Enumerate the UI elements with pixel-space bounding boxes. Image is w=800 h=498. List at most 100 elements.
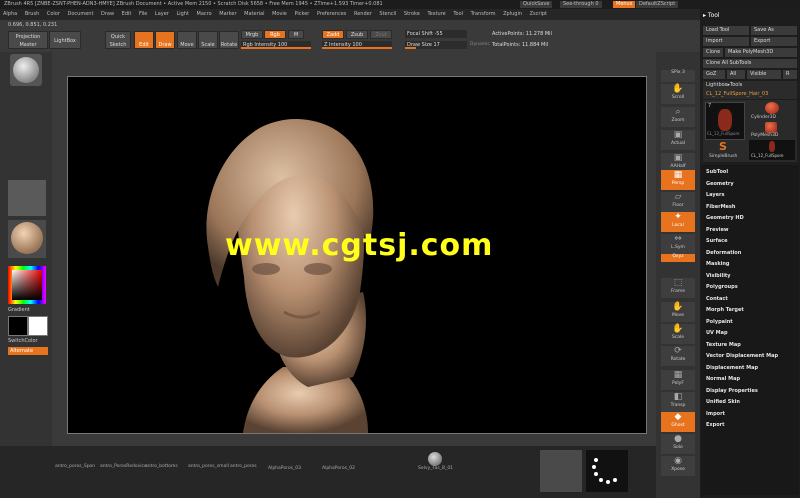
menu-preferences[interactable]: Preferences — [317, 11, 346, 17]
menu-geometry-hd[interactable]: Geometry HD — [706, 215, 744, 221]
scale-view-button[interactable]: ✋ Scale — [661, 324, 695, 344]
default-zscript-button[interactable]: DefaultZScript — [636, 1, 679, 8]
z-intensity-slider[interactable]: Z Intensity 100 — [322, 41, 392, 49]
mrgb-button[interactable]: Mrgb — [241, 30, 263, 39]
menu-light[interactable]: Light — [176, 11, 188, 17]
menu-macro[interactable]: Macro — [197, 11, 212, 17]
rgb-intensity-slider[interactable]: Rgb Intensity 100 — [241, 41, 311, 49]
menu-vector-displacement-map[interactable]: Vector Displacement Map — [706, 353, 778, 359]
menu-normal-map[interactable]: Normal Map — [706, 376, 740, 382]
rotate-view-button[interactable]: ⟳ Rotate — [661, 346, 695, 366]
tool-panel-header[interactable]: ▸ Tool — [703, 12, 720, 19]
menu-uv-map[interactable]: UV Map — [706, 330, 728, 336]
menus-button[interactable]: Menus — [613, 1, 636, 8]
move-view-button[interactable]: ✋ Move — [661, 302, 695, 322]
frame-button[interactable]: ⬚ Frame — [661, 278, 695, 298]
menu-edit[interactable]: Edit — [122, 11, 132, 17]
see-through-slider[interactable]: See-through 0 — [560, 1, 602, 8]
lightbox-button[interactable]: LightBox — [49, 31, 81, 49]
menu-contact[interactable]: Contact — [706, 296, 728, 302]
alpha-antro-bottoms[interactable]: antro_bottoms — [145, 464, 178, 469]
scale-mode-button[interactable]: Scale — [198, 31, 218, 49]
menu-picker[interactable]: Picker — [294, 11, 309, 17]
alternate-button[interactable]: Alternate — [8, 347, 48, 355]
menu-stroke[interactable]: Stroke — [404, 11, 420, 17]
qxyz-button[interactable]: Qxyz — [661, 254, 695, 262]
menu-stencil[interactable]: Stencil — [379, 11, 396, 17]
material-thumbnail[interactable] — [8, 220, 46, 258]
lsym-button[interactable]: ⇔ L.Sym — [661, 234, 695, 254]
alpha-thumbnail[interactable] — [8, 180, 46, 216]
spix-button[interactable]: SPix 3 — [661, 70, 695, 82]
solo-button[interactable]: ● Solo — [661, 434, 695, 454]
draw-size-slider[interactable]: Draw Size 17 — [405, 41, 467, 49]
menu-render[interactable]: Render — [354, 11, 372, 17]
alpha-antro-poros[interactable]: antro_poros — [230, 464, 257, 469]
lightbox-tools-button[interactable]: Lightbox▸Tools — [703, 81, 797, 90]
actual-button[interactable]: ▣ Actual — [661, 130, 695, 150]
secondary-color-swatch[interactable] — [28, 316, 48, 336]
clone-button[interactable]: Clone — [703, 48, 723, 57]
zadd-button[interactable]: Zadd — [322, 30, 344, 39]
menu-fibermesh[interactable]: FiberMesh — [706, 204, 735, 210]
menu-zscript[interactable]: Zscript — [530, 11, 547, 17]
menu-file[interactable]: File — [139, 11, 147, 17]
rgb-button[interactable]: Rgb — [264, 30, 286, 39]
color-square[interactable] — [12, 270, 42, 300]
make-polymesh3d-button[interactable]: Make PolyMesh3D — [725, 48, 797, 57]
quick-sketch-button[interactable]: Quick Sketch — [105, 31, 131, 49]
goz-button[interactable]: GoZ — [703, 70, 725, 79]
menu-unified-skin[interactable]: Unified Skin — [706, 399, 740, 405]
menu-subtool[interactable]: SubTool — [706, 169, 728, 175]
menu-draw[interactable]: Draw — [101, 11, 114, 17]
import-button[interactable]: Import — [703, 37, 749, 46]
brush-thumbnail[interactable] — [10, 54, 42, 86]
menu-brush[interactable]: Brush — [25, 11, 39, 17]
polyf-button[interactable]: ▦ PolyF — [661, 370, 695, 390]
menu-displacement-map[interactable]: Displacement Map — [706, 365, 758, 371]
export-button[interactable]: Export — [751, 37, 797, 46]
menu-marker[interactable]: Marker — [219, 11, 236, 17]
rotate-mode-button[interactable]: Rotate — [219, 31, 239, 49]
tool-thumb-fullspore[interactable]: 7 CL_12_FullSpore — [705, 102, 745, 140]
projection-master-button[interactable]: Projection Master — [8, 31, 48, 49]
zsub-button[interactable]: Zsub — [346, 30, 368, 39]
transp-button[interactable]: ◧ Transp — [661, 392, 695, 412]
menu-material[interactable]: Material — [244, 11, 264, 17]
visible-button[interactable]: Visible — [747, 70, 781, 79]
zoom-button[interactable]: ⌕ Zoom — [661, 107, 695, 127]
m-button[interactable]: M — [288, 30, 304, 39]
menu-export[interactable]: Export — [706, 422, 725, 428]
dynamic-toggle[interactable]: Dynamic — [470, 42, 490, 47]
zcut-button[interactable]: Zcut — [370, 30, 392, 39]
alpha-antro-porosredovice[interactable]: antro_PorosRedovice — [100, 464, 147, 469]
switchcolor-button[interactable]: SwitchColor — [8, 338, 38, 344]
tool-thumb-fullspore-2[interactable]: CL_12_FullSpore — [749, 140, 795, 160]
ghost-button[interactable]: ◆ Ghost — [661, 412, 695, 432]
quicksave-button[interactable]: QuickSave — [520, 1, 553, 8]
menu-polypaint[interactable]: Polypaint — [706, 319, 733, 325]
menu-zplugin[interactable]: Zplugin — [503, 11, 522, 17]
load-tool-button[interactable]: Load Tool — [703, 26, 749, 35]
alpha-antro-poros-small[interactable]: antro_poros_small — [188, 464, 229, 469]
draw-mode-button[interactable]: Draw — [155, 31, 175, 49]
tool-thumb-polymesh3d[interactable]: PolyMesh3D — [749, 122, 795, 140]
menu-movie[interactable]: Movie — [272, 11, 287, 17]
menu-document[interactable]: Document — [68, 11, 94, 17]
clone-all-subtools-button[interactable]: Clone All SubTools — [703, 59, 797, 68]
menu-geometry[interactable]: Geometry — [706, 181, 734, 187]
menu-transform[interactable]: Transform — [471, 11, 496, 17]
edit-mode-button[interactable]: Edit — [134, 31, 154, 49]
menu-texture-map[interactable]: Texture Map — [706, 342, 741, 348]
r-button[interactable]: R — [783, 70, 797, 79]
alpha-alphaporos-03[interactable]: AlphaPoros_03 — [268, 466, 301, 471]
menu-deformation[interactable]: Deformation — [706, 250, 741, 256]
menu-tool[interactable]: Tool — [453, 11, 463, 17]
menu-layer[interactable]: Layer — [155, 11, 169, 17]
active-alpha-thumbnail[interactable] — [540, 450, 582, 492]
menu-display-properties[interactable]: Display Properties — [706, 388, 758, 394]
menu-morph-target[interactable]: Morph Target — [706, 307, 744, 313]
color-picker[interactable] — [8, 266, 46, 304]
floor-button[interactable]: ▱ Floor — [661, 192, 695, 212]
xpose-button[interactable]: ◉ Xpose — [661, 456, 695, 476]
